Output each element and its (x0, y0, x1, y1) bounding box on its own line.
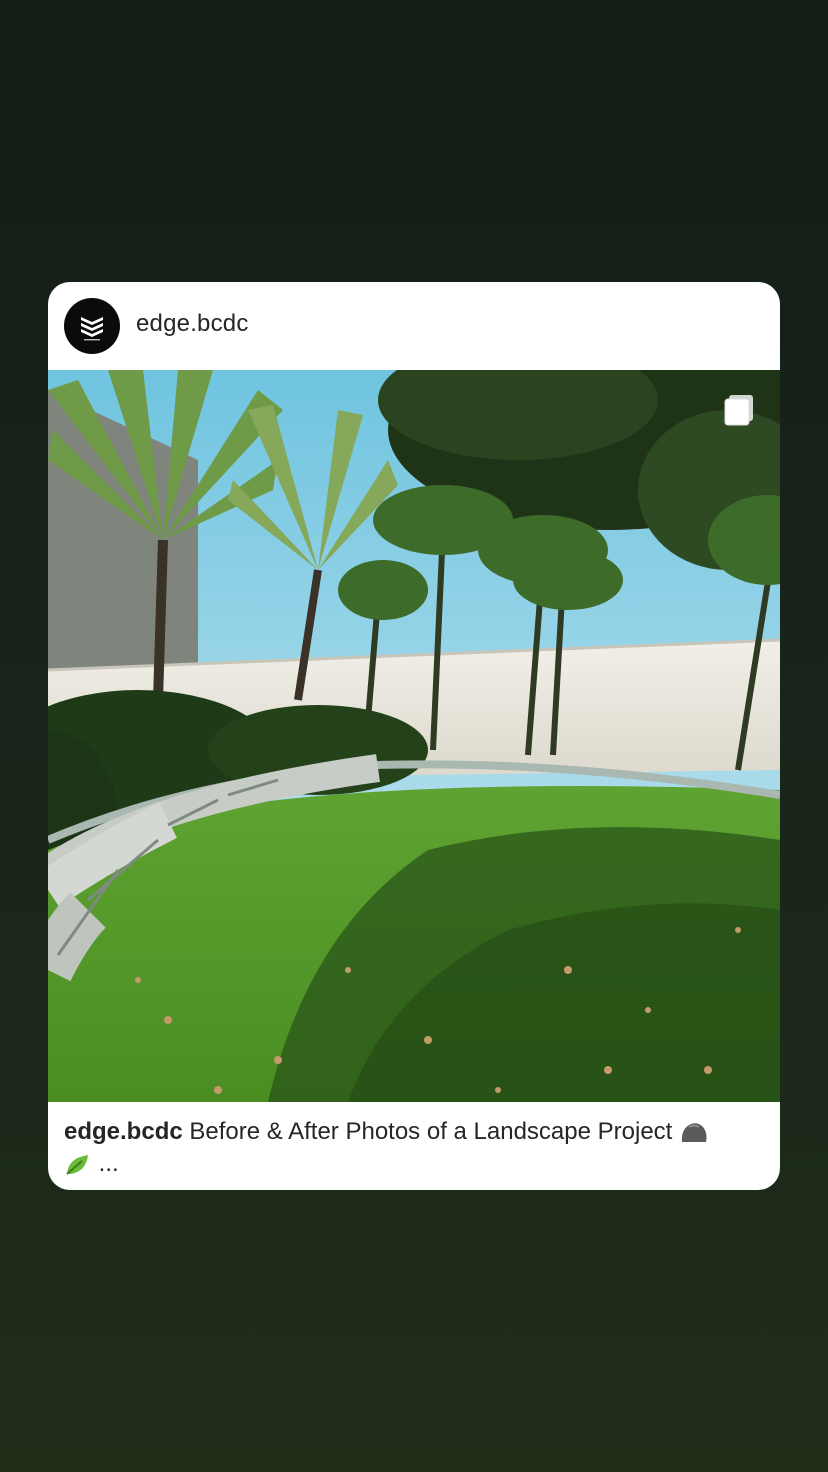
rock-emoji (681, 1122, 707, 1142)
post-card[interactable]: edge.bcdc edge.bcdc Before & After Photo… (48, 282, 780, 1190)
caption-text: Before & After Photos of a Landscape Pro… (189, 1118, 673, 1145)
post-caption: edge.bcdc Before & After Photos of a Lan… (64, 1116, 764, 1180)
caption-username[interactable]: edge.bcdc (64, 1118, 183, 1145)
post-header: edge.bcdc (48, 282, 780, 370)
leaf-emoji (66, 1154, 88, 1175)
landscape-photo (48, 370, 780, 1102)
avatar[interactable] (64, 298, 120, 354)
post-photo[interactable] (48, 370, 780, 1102)
logo-icon (81, 317, 103, 341)
caption-more[interactable]: ... (99, 1150, 119, 1177)
post-username[interactable]: edge.bcdc (136, 310, 249, 338)
carousel-icon (724, 395, 753, 426)
